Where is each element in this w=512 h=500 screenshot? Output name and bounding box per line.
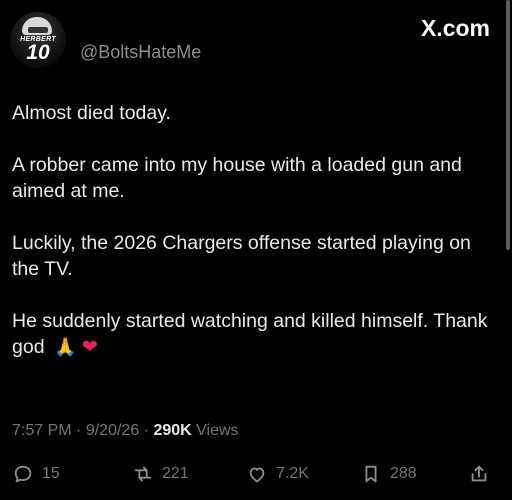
- tweet-time[interactable]: 7:57 PM: [12, 422, 72, 439]
- praying-hands-icon: 🙏: [53, 337, 77, 357]
- avatar[interactable]: HERBERT 10: [10, 12, 66, 68]
- brand-text: X.com: [420, 15, 490, 41]
- tweet-paragraph-4: He suddenly started watching and killed …: [12, 308, 502, 361]
- tweet-date[interactable]: 9/20/26: [86, 422, 139, 439]
- views-label: Views: [196, 422, 239, 439]
- heart-emoji-icon: ❤: [81, 337, 98, 358]
- tweet-paragraph-3: Luckily, the 2026 Chargers offense start…: [12, 232, 471, 280]
- avatar-number-text: 10: [26, 41, 50, 64]
- tweet-text: Almost died today. A robber came into my…: [12, 100, 502, 361]
- heart-icon: [249, 467, 265, 483]
- tweet-paragraph-2: A robber came into my house with a loade…: [12, 154, 462, 202]
- bookmark-count: 288: [390, 465, 417, 482]
- reply-button[interactable]: 15: [12, 460, 60, 488]
- like-button[interactable]: 7.2K: [246, 460, 309, 488]
- brand-logo: X.com: [421, 14, 490, 42]
- reply-icon: [14, 465, 32, 483]
- bookmark-button[interactable]: 288: [360, 460, 417, 488]
- repost-count: 221: [162, 465, 189, 482]
- action-bar: 15 221 7.2K 288: [0, 460, 512, 488]
- repost-button[interactable]: 221: [132, 460, 189, 488]
- views-count: 290K: [153, 422, 192, 439]
- user-handle[interactable]: @BoltsHateMe: [80, 42, 201, 62]
- scrollbar[interactable]: [506, 0, 510, 250]
- share-button[interactable]: [468, 460, 490, 488]
- helmet-icon: [22, 17, 52, 35]
- like-count: 7.2K: [276, 465, 309, 482]
- tweet-paragraph-1: Almost died today.: [12, 102, 171, 124]
- bookmark-icon: [365, 465, 377, 483]
- repost-icon: [134, 466, 152, 482]
- tweet-meta: 7:57 PM · 9/20/26 · 290K Views: [12, 421, 239, 441]
- meta-separator-1: ·: [76, 422, 82, 439]
- share-icon: [471, 465, 487, 482]
- reply-count: 15: [42, 465, 60, 482]
- meta-separator-2: ·: [143, 422, 149, 439]
